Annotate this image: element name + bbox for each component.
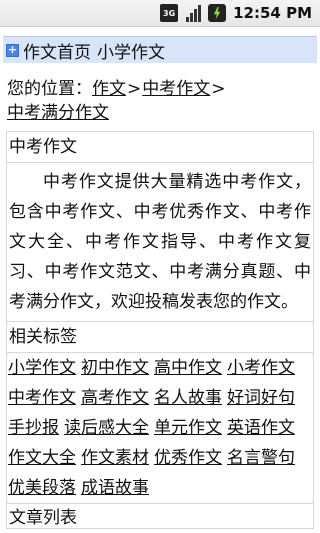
home-link[interactable]: 作文首页 bbox=[23, 38, 91, 63]
battery-charging-icon bbox=[208, 4, 227, 22]
main-content: 您的位置：作文>中考作文> 中考满分作文 中考作文 中考作文提供大量精选中考作文… bbox=[0, 77, 320, 529]
tag-link[interactable]: 英语作文 bbox=[227, 418, 295, 438]
tags-title: 相关标签 bbox=[7, 322, 313, 353]
3g-icon: 3G bbox=[160, 4, 179, 22]
tag-link[interactable]: 成语故事 bbox=[81, 478, 149, 498]
breadcrumb-prefix: 您的位置： bbox=[7, 79, 92, 99]
tag-list: 小学作文 初中作文 高中作文 小考作文 中考作文 高考作文 名人故事 好词好句 手抄报 读后感… bbox=[7, 353, 313, 503]
tag-link[interactable]: 作文大全 bbox=[8, 448, 76, 468]
tag-link[interactable]: 中考作文 bbox=[8, 388, 76, 408]
tag-link[interactable]: 优秀作文 bbox=[154, 448, 222, 468]
header-section: 小学作文 bbox=[97, 42, 165, 63]
breadcrumb: 您的位置：作文>中考作文> 中考满分作文 bbox=[7, 77, 313, 125]
intro-box: 中考作文 中考作文提供大量精选中考作文，包含中考作文、中考优秀作文、中考作文大全… bbox=[6, 131, 314, 322]
tags-box: 相关标签 小学作文 初中作文 高中作文 小考作文 中考作文 高考作文 名人故事 好词好句 手… bbox=[6, 322, 314, 529]
tag-link[interactable]: 名人故事 bbox=[154, 388, 222, 408]
status-time: 12:54 PM bbox=[233, 4, 312, 22]
tag-link[interactable]: 手抄报 bbox=[8, 418, 59, 438]
intro-body: 中考作文提供大量精选中考作文，包含中考作文、中考优秀作文、中考作文大全、中考作文… bbox=[9, 172, 311, 312]
tag-link[interactable]: 初中作文 bbox=[81, 358, 149, 378]
tag-link[interactable]: 作文素材 bbox=[81, 448, 149, 468]
tag-link[interactable]: 读后感大全 bbox=[64, 418, 149, 438]
intro-title: 中考作文 bbox=[7, 132, 313, 163]
tag-link[interactable]: 小考作文 bbox=[227, 358, 295, 378]
breadcrumb-current[interactable]: 中考满分作文 bbox=[7, 103, 109, 123]
tag-link[interactable]: 名言警句 bbox=[227, 448, 295, 468]
header-bar: + 作文首页 小学作文 bbox=[3, 36, 317, 63]
status-bar: 3G 12:54 PM bbox=[0, 0, 320, 27]
list-title: 文章列表 bbox=[7, 503, 313, 528]
breadcrumb-separator: > bbox=[211, 79, 226, 99]
breadcrumb-item-zuowen[interactable]: 作文 bbox=[92, 79, 126, 99]
plus-box-icon: + bbox=[6, 42, 19, 57]
tag-link[interactable]: 高中作文 bbox=[154, 358, 222, 378]
signal-icon bbox=[184, 4, 202, 22]
breadcrumb-separator: > bbox=[127, 79, 142, 99]
tag-link[interactable]: 单元作文 bbox=[154, 418, 222, 438]
tag-link[interactable]: 小学作文 bbox=[8, 358, 76, 378]
breadcrumb-item-zhongkao[interactable]: 中考作文 bbox=[142, 79, 210, 99]
tag-link[interactable]: 优美段落 bbox=[8, 478, 76, 498]
tag-link[interactable]: 好词好句 bbox=[227, 388, 295, 408]
tag-link[interactable]: 高考作文 bbox=[81, 388, 149, 408]
